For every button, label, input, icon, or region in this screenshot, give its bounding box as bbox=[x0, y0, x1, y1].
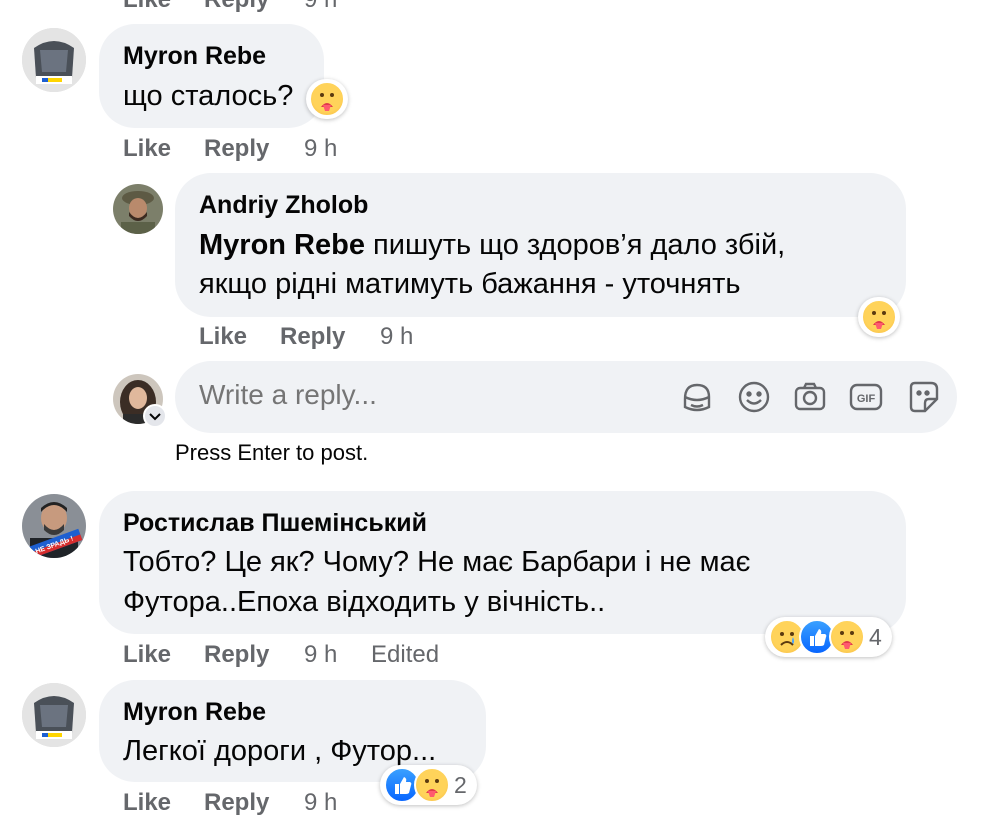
reaction-summary[interactable]: 2 bbox=[380, 765, 477, 805]
reply-composer[interactable]: GIF bbox=[175, 361, 957, 433]
comment-text-line: Тобто? Це як? Чому? Не має Барбари і не … bbox=[123, 546, 751, 578]
reply-link[interactable]: Reply bbox=[280, 323, 345, 351]
like-link[interactable]: Like bbox=[123, 641, 171, 669]
comment-text-line: якщо рідні матимуть бажання - уточнять bbox=[199, 268, 741, 300]
reply-link[interactable]: Reply bbox=[204, 135, 269, 163]
timestamp[interactable]: 9 h bbox=[380, 323, 413, 351]
gif-icon[interactable]: GIF bbox=[846, 377, 886, 417]
avatar-sticker-icon[interactable] bbox=[677, 377, 717, 417]
comment-text: Myron Rebe пишуть що здоров’я дало збій, bbox=[199, 225, 785, 265]
account-switcher-chevron-icon[interactable] bbox=[143, 404, 167, 428]
care-reaction-icon bbox=[829, 619, 865, 655]
timestamp[interactable]: 9 h bbox=[304, 0, 337, 14]
edited-label[interactable]: Edited bbox=[371, 641, 439, 669]
comment-text: що сталось? bbox=[123, 80, 294, 112]
svg-text:GIF: GIF bbox=[857, 393, 876, 405]
press-enter-hint: Press Enter to post. bbox=[175, 440, 369, 465]
comment-author[interactable]: Ростислав Пшемінський bbox=[123, 509, 427, 538]
comment-text-line: Футора..Епоха відходить у вічність.. bbox=[123, 586, 606, 618]
timestamp[interactable]: 9 h bbox=[304, 641, 337, 669]
comment-text: Легкої дороги , Футор... bbox=[123, 735, 437, 767]
timestamp[interactable]: 9 h bbox=[304, 135, 337, 163]
emoji-icon[interactable] bbox=[734, 377, 774, 417]
avatar[interactable] bbox=[113, 184, 163, 234]
comment-author[interactable]: Myron Rebe bbox=[123, 698, 266, 727]
avatar[interactable]: НЕ ЗРАДЬ ! bbox=[22, 494, 86, 558]
like-link[interactable]: Like bbox=[123, 0, 171, 14]
reaction-count: 2 bbox=[454, 771, 467, 798]
like-link[interactable]: Like bbox=[199, 323, 247, 351]
sticker-icon[interactable] bbox=[903, 377, 943, 417]
comment-text-line: пишуть що здоров’я дало збій, bbox=[364, 229, 786, 261]
camera-icon[interactable] bbox=[790, 377, 830, 417]
reply-link[interactable]: Reply bbox=[204, 789, 269, 817]
comment-author[interactable]: Myron Rebe bbox=[123, 42, 266, 71]
reaction-count: 4 bbox=[869, 623, 882, 650]
mention-link[interactable]: Myron Rebe bbox=[199, 229, 365, 261]
reaction-summary[interactable] bbox=[306, 79, 348, 119]
like-link[interactable]: Like bbox=[123, 135, 171, 163]
reply-link[interactable]: Reply bbox=[204, 641, 269, 669]
comment-author[interactable]: Andriy Zholob bbox=[199, 191, 368, 220]
avatar[interactable] bbox=[22, 683, 86, 747]
avatar[interactable] bbox=[22, 28, 86, 92]
like-link[interactable]: Like bbox=[123, 789, 171, 817]
timestamp[interactable]: 9 h bbox=[304, 789, 337, 817]
care-reaction-icon bbox=[309, 81, 345, 117]
care-reaction-icon bbox=[414, 767, 450, 803]
reply-input[interactable] bbox=[199, 379, 649, 411]
reply-link[interactable]: Reply bbox=[204, 0, 269, 14]
reaction-summary[interactable]: 4 bbox=[765, 617, 892, 657]
reaction-summary[interactable] bbox=[858, 297, 900, 337]
care-reaction-icon bbox=[861, 299, 897, 335]
